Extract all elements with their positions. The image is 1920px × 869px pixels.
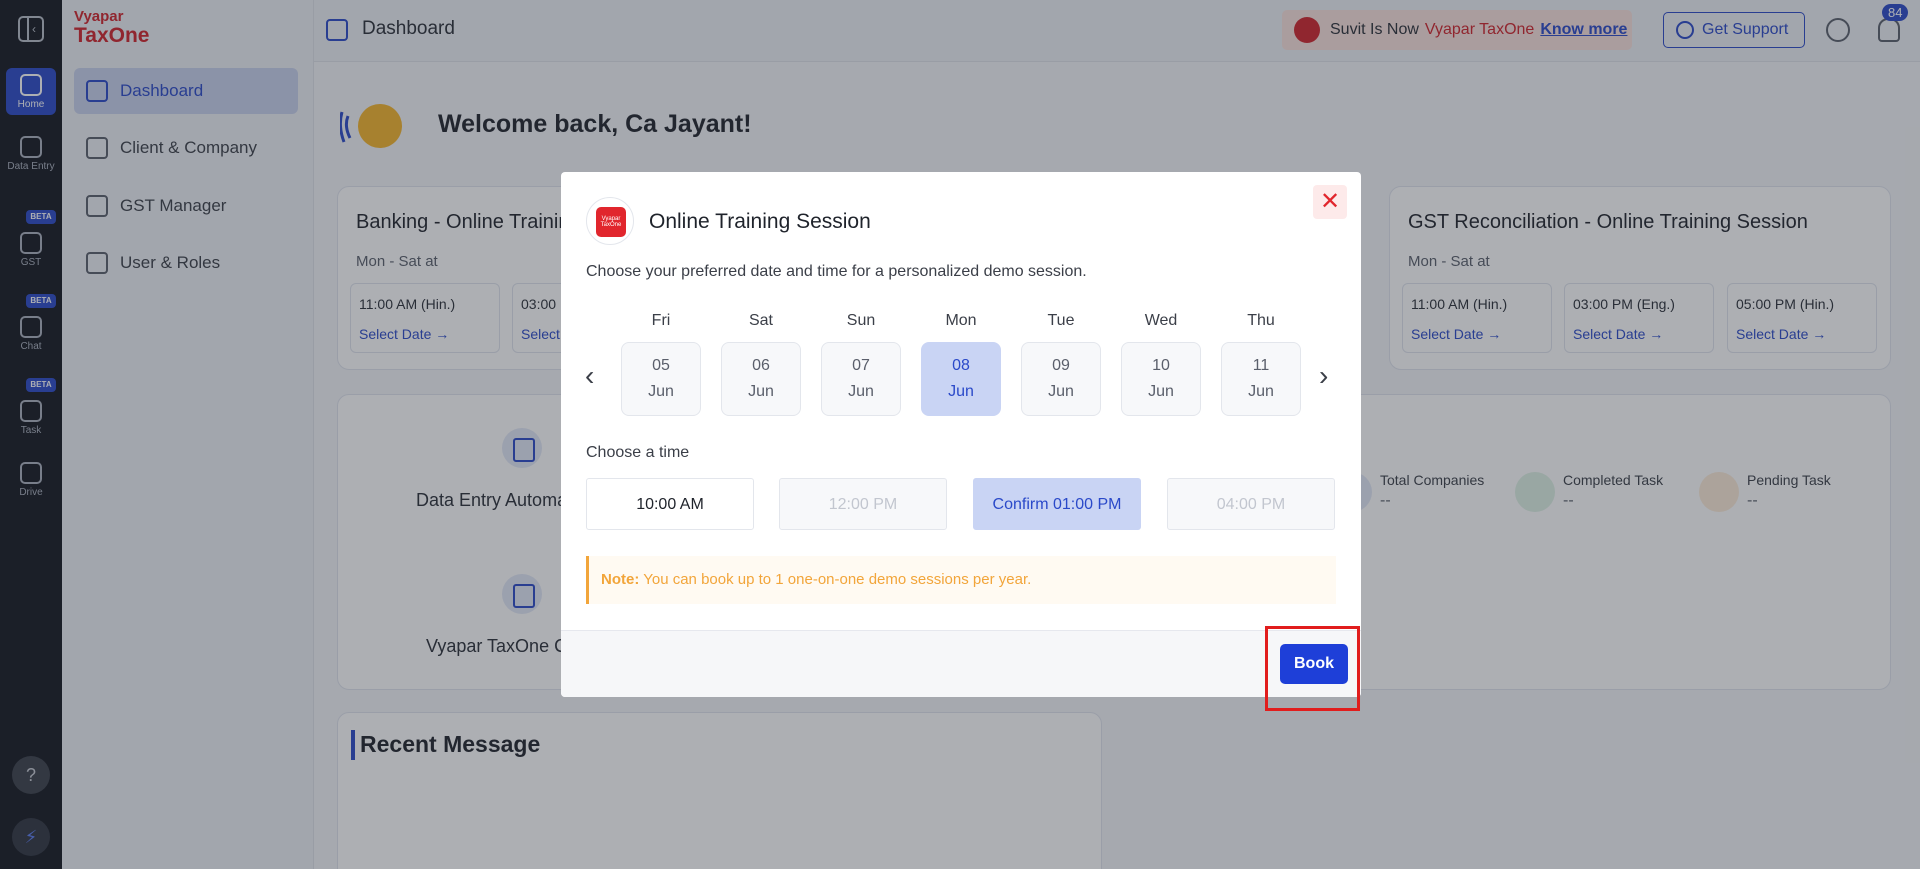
chevron-right-icon[interactable]: › [1319,362,1328,390]
day-box[interactable]: 07 Jun [821,342,901,416]
day-name: Fri [651,312,671,329]
day-date: 06 [752,357,770,374]
day-date: 11 [1252,357,1270,374]
day-box[interactable]: 05 Jun [621,342,701,416]
day-month: Jun [1048,383,1074,400]
booking-note: Note: You can book up to 1 one-on-one de… [586,556,1336,604]
chevron-left-icon[interactable]: ‹ [585,362,594,390]
day-box[interactable]: 11 Jun [1221,342,1301,416]
choose-time-label: Choose a time [586,444,690,461]
day-month: Jun [948,383,974,400]
close-icon[interactable]: ✕ [1313,185,1347,219]
modal-description: Choose your preferred date and time for … [586,263,1087,280]
day-date: 05 [652,357,670,374]
modal-footer [561,630,1361,697]
day-date: 09 [1052,357,1070,374]
day-option-sun[interactable]: Sun 07 Jun [821,312,901,416]
modal-logo: Vyapar TaxOne [586,197,634,245]
day-name: Wed [1144,312,1178,329]
day-month: Jun [748,383,774,400]
day-name: Tue [1047,312,1075,329]
day-box[interactable]: 10 Jun [1121,342,1201,416]
day-option-tue[interactable]: Tue 09 Jun [1021,312,1101,416]
day-month: Jun [848,383,874,400]
time-option-confirm-1pm[interactable]: Confirm 01:00 PM [973,478,1141,530]
time-option-12pm: 12:00 PM [779,478,947,530]
day-box[interactable]: 09 Jun [1021,342,1101,416]
day-name: Mon [945,312,977,329]
online-training-modal: Vyapar TaxOne Online Training Session ✕ … [561,172,1361,697]
day-name: Thu [1247,312,1275,329]
modal-title: Online Training Session [649,210,871,233]
day-name: Sat [748,312,773,329]
note-text: You can book up to 1 one-on-one demo ses… [643,571,1032,588]
day-date: 10 [1152,357,1170,374]
day-box[interactable]: 08 Jun [921,342,1001,416]
highlight-box [1265,626,1360,711]
modal-logo-text: Vyapar TaxOne [596,207,626,237]
day-option-wed[interactable]: Wed 10 Jun [1121,312,1201,416]
day-date: 08 [952,357,970,374]
note-label: Note: [601,571,640,588]
day-month: Jun [648,383,674,400]
day-option-sat[interactable]: Sat 06 Jun [721,312,801,416]
day-name: Sun [846,312,876,329]
day-date: 07 [852,357,870,374]
day-box[interactable]: 06 Jun [721,342,801,416]
day-option-thu[interactable]: Thu 11 Jun [1221,312,1301,416]
day-option-fri[interactable]: Fri 05 Jun [621,312,701,416]
time-option-10am[interactable]: 10:00 AM [586,478,754,530]
time-option-4pm: 04:00 PM [1167,478,1335,530]
day-option-mon-selected[interactable]: Mon 08 Jun [921,312,1001,416]
day-month: Jun [1148,383,1174,400]
day-month: Jun [1248,383,1274,400]
